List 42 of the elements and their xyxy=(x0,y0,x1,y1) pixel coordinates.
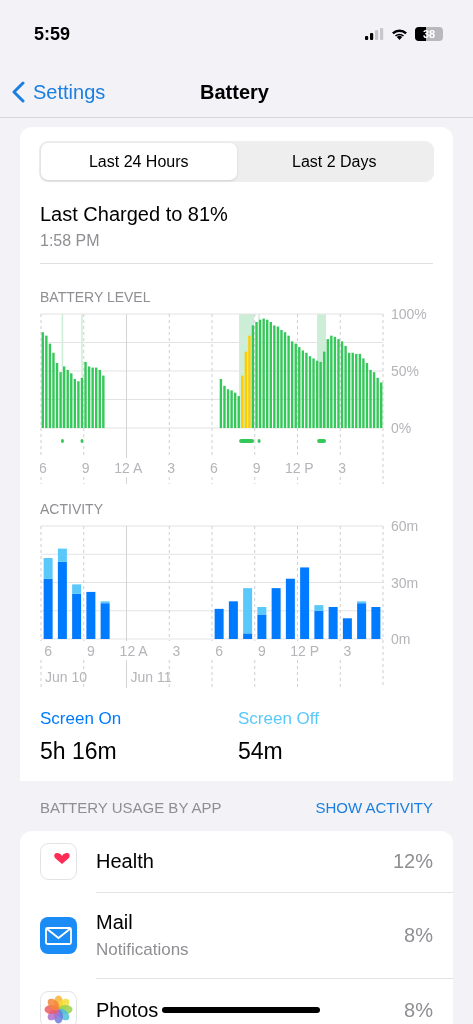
axis-tick-label: 3 xyxy=(167,460,175,476)
date-label: Jun 10 xyxy=(45,669,88,685)
axis-tick-label: 9 xyxy=(81,460,90,476)
axis-tick-label: 9 xyxy=(87,643,95,659)
last-charged-title: Last Charged to 81% xyxy=(40,202,229,227)
app-percent: 8% xyxy=(404,997,433,1023)
axis-tick-label: 12 P xyxy=(290,643,320,659)
axis-tick-label: 12 A xyxy=(114,460,143,476)
page-title: Battery xyxy=(200,79,269,105)
axis-tick-label: 6 xyxy=(209,460,218,476)
app-name: Health xyxy=(96,849,154,874)
axis-tick-label: 12 P xyxy=(284,460,314,476)
axis-tick-label: 3 xyxy=(338,460,346,476)
app-name: Photos xyxy=(96,997,159,1023)
axis-tick-label: 6 xyxy=(215,643,223,659)
app-percent: 12% xyxy=(392,849,433,874)
total-label: Screen On xyxy=(40,708,123,730)
app-detail: Notifications xyxy=(96,939,189,961)
app-name: Mail xyxy=(96,910,133,935)
axis-tick-label: 12 A xyxy=(119,643,148,659)
section-header: BATTERY USAGE BY APP xyxy=(40,798,222,818)
chart-title: BATTERY LEVEL xyxy=(40,288,152,306)
total-label: Screen Off xyxy=(238,708,320,730)
axis-tick-label: 60m xyxy=(391,518,419,534)
axis-tick-label: 9 xyxy=(252,460,261,476)
axis-tick-label: 3 xyxy=(343,643,352,659)
date-label: Jun 11 xyxy=(130,669,172,685)
total-value: 5h 16m xyxy=(40,737,118,765)
axis-tick-label: 100% xyxy=(391,306,427,322)
axis-tick-label: 30m xyxy=(391,574,419,591)
total-value: 54m xyxy=(238,737,284,765)
chart-title: ACTIVITY xyxy=(40,500,104,518)
axis-tick-label: 6 xyxy=(44,643,52,659)
axis-tick-label: 3 xyxy=(172,643,181,659)
last-charged-time: 1:58 PM xyxy=(40,231,101,251)
axis-tick-label: 50% xyxy=(391,363,420,379)
app-percent: 8% xyxy=(404,923,433,948)
axis-tick-label: 6 xyxy=(40,460,47,476)
axis-tick-label: 0% xyxy=(391,420,412,436)
axis-tick-label: 0m xyxy=(391,631,411,647)
status-time: 5:59 xyxy=(34,22,71,46)
axis-tick-label: 9 xyxy=(258,643,266,659)
